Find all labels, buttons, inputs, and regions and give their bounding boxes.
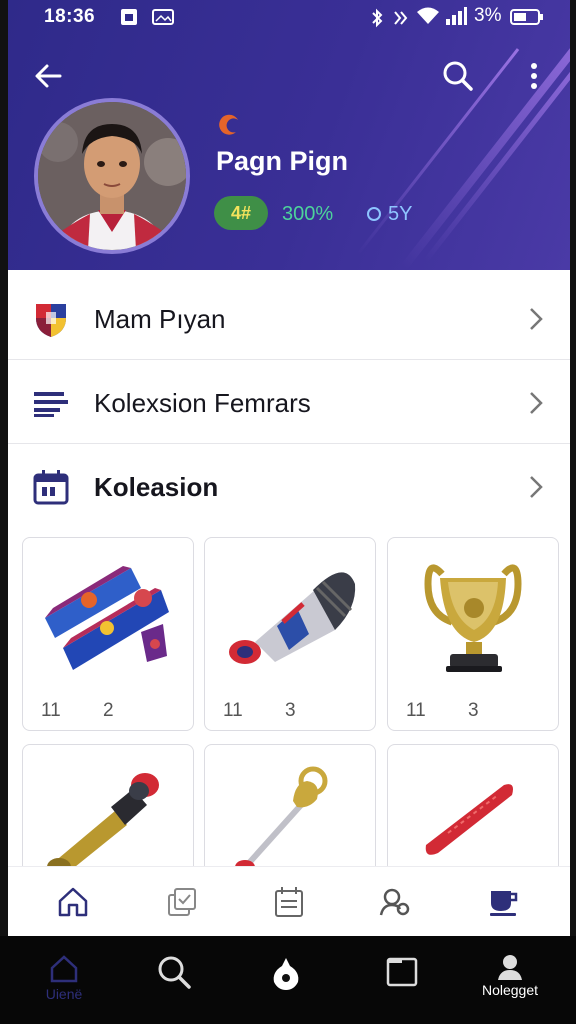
clock-icon (366, 206, 382, 227)
profile-name: Pagn Pign (216, 146, 349, 176)
menu-row-collection-femrars[interactable]: Kolexsion Femrars (8, 362, 570, 444)
search-icon (443, 61, 473, 91)
decor-streak (400, 0, 570, 270)
card-count-left: 11 (223, 700, 243, 721)
home-icon (58, 887, 88, 917)
system-profile-label: Nolegget (481, 982, 539, 998)
phone-screen: 18:36 3% Pagn Pign 4# 300% 5Y Mam Pıyan … (8, 0, 570, 1024)
people-icon (379, 888, 410, 916)
card-count-right: 2 (103, 700, 114, 721)
ball-icon (273, 958, 299, 990)
collection-card[interactable]: 11 3 (204, 537, 376, 731)
stat-percent: 300% (282, 203, 334, 225)
status-bar: 18:36 3% (8, 0, 570, 34)
system-navigation-bar: Uienë Nolegget (0, 936, 576, 1024)
search-icon (158, 956, 191, 989)
vibrate-icon (392, 8, 408, 34)
club-crest-icon (32, 300, 70, 338)
status-time: 18:36 (44, 6, 96, 27)
arrow-left-icon (35, 64, 62, 88)
menu-label: Mam Pıyan (94, 304, 226, 334)
battery-icon (510, 8, 544, 32)
chevron-right-icon (528, 474, 544, 505)
card-count-left: 11 (41, 700, 61, 721)
system-profile-button[interactable]: Nolegget (480, 954, 540, 1014)
menu-label: Kolexsion Femrars (94, 388, 311, 418)
stat-years: 5Y (388, 203, 413, 225)
calendar-icon (275, 887, 303, 917)
scarf-icon (45, 566, 169, 670)
more-menu-button[interactable] (514, 56, 554, 96)
trophy-cup-icon (424, 564, 522, 672)
card-count-left: 11 (406, 700, 426, 721)
system-home-button[interactable]: Uienë (34, 954, 94, 1014)
collection-card[interactable]: 11 3 (387, 537, 559, 731)
profile-header: 18:36 3% Pagn Pign 4# 300% 5Y (8, 0, 570, 270)
system-square-button[interactable] (372, 954, 432, 1014)
home-icon (50, 955, 78, 983)
goal-torch-icon (229, 572, 356, 664)
cards-icon (168, 888, 196, 916)
player-portrait-image (38, 102, 186, 250)
system-ball-button[interactable] (256, 954, 316, 1014)
menu-row-main[interactable]: Mam Pıyan (8, 278, 570, 360)
menu-label: Koleasion (94, 472, 219, 502)
wifi-icon (416, 6, 440, 32)
collection-card[interactable]: 11 2 (22, 537, 194, 731)
notification-icon (120, 8, 138, 32)
nav-cards[interactable] (158, 879, 204, 925)
system-search-button[interactable] (144, 954, 204, 1014)
person-icon (498, 955, 522, 980)
bottom-navigation (8, 866, 570, 936)
card-count-right: 3 (285, 700, 296, 721)
nav-cup[interactable] (480, 879, 526, 925)
system-home-label: Uienë (45, 986, 83, 1002)
battery-text: 3% (474, 5, 502, 26)
chevron-right-icon (528, 390, 544, 421)
club-accent-icon (216, 112, 242, 143)
card-count-right: 3 (468, 700, 479, 721)
nav-home[interactable] (50, 879, 96, 925)
list-lines-icon (32, 384, 70, 422)
cup-icon (490, 891, 518, 916)
rank-badge: 4# (214, 196, 268, 230)
back-button[interactable] (28, 56, 68, 96)
signal-icon (444, 6, 468, 32)
nav-calendar[interactable] (266, 879, 312, 925)
square-icon (386, 957, 418, 987)
calendar-icon (32, 468, 70, 506)
menu-row-collection[interactable]: Koleasion (8, 446, 570, 528)
bluetooth-icon (370, 8, 384, 34)
more-vertical-icon (531, 63, 537, 89)
avatar[interactable] (34, 98, 190, 254)
chevron-right-icon (528, 306, 544, 337)
gallery-icon (152, 8, 174, 32)
nav-people[interactable] (372, 879, 418, 925)
search-button[interactable] (438, 56, 478, 96)
